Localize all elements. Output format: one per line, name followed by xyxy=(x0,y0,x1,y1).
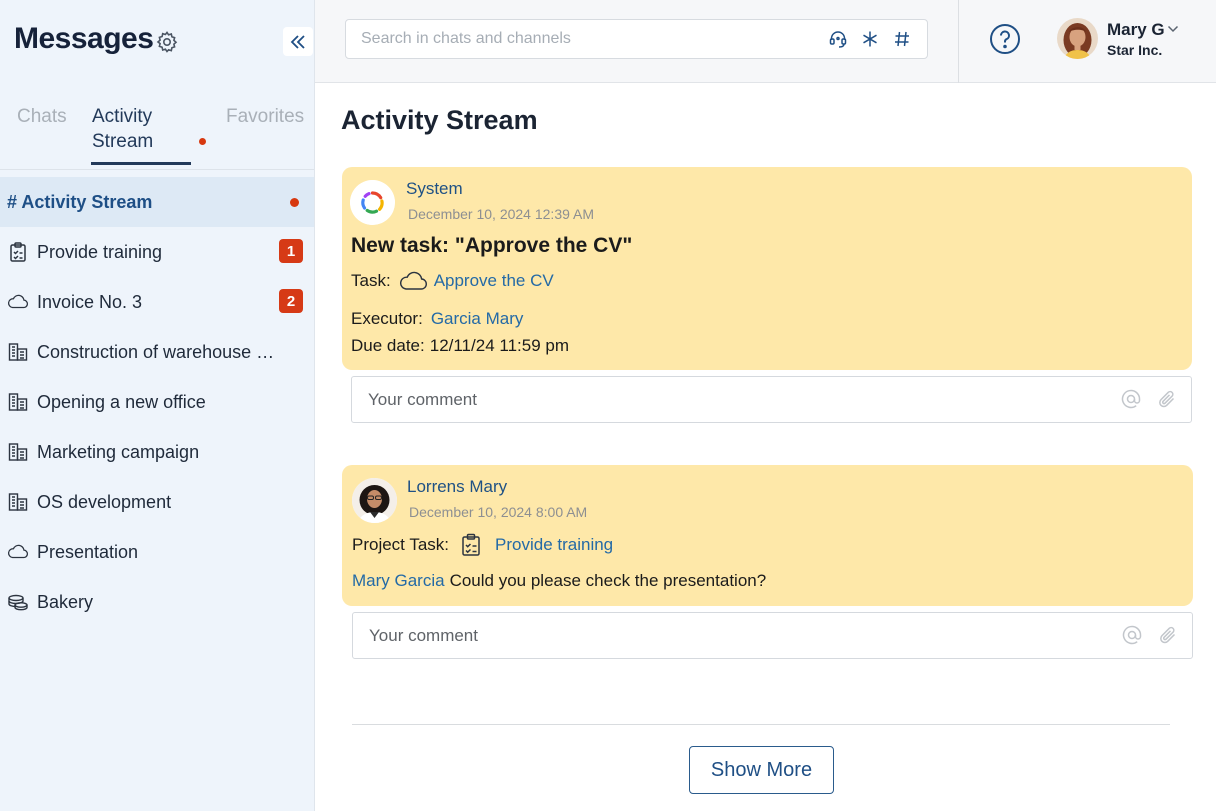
post-date: December 10, 2024 12:39 AM xyxy=(408,206,595,222)
mention-link[interactable]: Mary Garcia xyxy=(352,571,445,591)
comment-tools xyxy=(1122,625,1178,645)
double-chevron-left-icon xyxy=(290,34,305,49)
sidebar-item-os-development[interactable]: OS development xyxy=(0,477,314,527)
sidebar-item-bakery[interactable]: Bakery xyxy=(0,577,314,627)
comment-input[interactable] xyxy=(352,377,1052,422)
executor-link[interactable]: Garcia Mary xyxy=(431,309,524,329)
comment-tools xyxy=(1121,389,1177,409)
post-title: New task: "Approve the CV" xyxy=(351,234,633,257)
chevron-down-icon[interactable] xyxy=(1166,22,1180,36)
activity-post: Lorrens Mary December 10, 2024 8:00 AM P… xyxy=(342,465,1193,606)
activity-stream-panel: Activity Stream System December 10, 2024… xyxy=(315,83,1216,811)
due-date-row: Due date: 12/11/24 11:59 pm xyxy=(351,336,569,356)
chat-list: # Activity Stream Provide training 1 Inv… xyxy=(0,177,314,627)
sidebar-item-construction-of-warehouse[interactable]: Construction of warehouse N... xyxy=(0,327,314,377)
executor-row: Executor: Garcia Mary xyxy=(351,309,523,329)
project-task-link[interactable]: Provide training xyxy=(495,535,613,555)
active-tab-indicator xyxy=(91,162,191,165)
help-icon[interactable] xyxy=(989,23,1021,55)
collapse-sidebar-button[interactable] xyxy=(283,27,313,56)
post-message: Mary Garcia Could you please check the p… xyxy=(352,571,766,591)
hash-icon[interactable] xyxy=(891,28,913,50)
sidebar-item-provide-training[interactable]: Provide training 1 xyxy=(0,227,314,277)
coins-icon xyxy=(7,591,29,613)
gear-icon[interactable] xyxy=(155,30,179,54)
paperclip-icon[interactable] xyxy=(1157,389,1177,409)
comment-box xyxy=(351,376,1192,423)
post-author[interactable]: System xyxy=(406,179,463,199)
sidebar-item-opening-new-office[interactable]: Opening a new office xyxy=(0,377,314,427)
divider xyxy=(352,724,1170,725)
post-author[interactable]: Lorrens Mary xyxy=(407,477,507,497)
user-avatar[interactable] xyxy=(1057,18,1098,59)
sidebar-item-invoice-no-3[interactable]: Invoice No. 3 2 xyxy=(0,277,314,327)
user-avatar[interactable] xyxy=(352,478,397,523)
comment-input[interactable] xyxy=(353,613,1053,658)
tab-favorites[interactable]: Favorites xyxy=(226,104,304,129)
search-input[interactable] xyxy=(346,20,806,58)
sidebar-item-label: Presentation xyxy=(37,541,139,562)
cloud-icon xyxy=(7,291,29,313)
executor-label: Executor: xyxy=(351,309,423,328)
top-header: Mary G Star Inc. xyxy=(315,0,1216,83)
sidebar-item-label: Invoice No. 3 xyxy=(37,291,143,312)
task-label: Task: xyxy=(351,271,391,290)
paperclip-icon[interactable] xyxy=(1158,625,1178,645)
tab-activity-stream[interactable]: Activity Stream xyxy=(92,104,182,154)
sidebar-item-presentation[interactable]: Presentation xyxy=(0,527,314,577)
system-logo-icon xyxy=(350,180,395,225)
clipboard-task-icon xyxy=(462,533,480,556)
clipboard-task-icon xyxy=(7,241,29,263)
sidebar-item-label: Construction of warehouse N... xyxy=(37,341,277,362)
post-date: December 10, 2024 8:00 AM xyxy=(409,504,588,520)
sidebar-item-label: Marketing campaign xyxy=(37,441,200,462)
sidebar-item-label: OS development xyxy=(37,491,172,512)
user-name[interactable]: Mary G xyxy=(1107,20,1165,40)
building-icon xyxy=(7,491,29,513)
sidebar: Messages Chats Activity Stream Favorites… xyxy=(0,0,315,811)
search-box xyxy=(345,19,928,59)
task-link[interactable]: Approve the CV xyxy=(434,271,554,291)
sidebar-item-label: Opening a new office xyxy=(37,391,206,412)
user-company: Star Inc. xyxy=(1107,42,1163,58)
unread-count-badge: 1 xyxy=(279,239,303,263)
mention-icon[interactable] xyxy=(1122,625,1142,645)
message-text: Could you please check the presentation? xyxy=(449,571,767,590)
project-task-label: Project Task: xyxy=(352,535,450,554)
task-row: Task: Approve the CV xyxy=(351,270,554,292)
due-date-value: 12/11/24 11:59 pm xyxy=(429,336,569,355)
sidebar-item-label: Provide training xyxy=(37,241,163,262)
page-title: Messages xyxy=(14,22,154,55)
sidebar-item-activity-stream[interactable]: # Activity Stream xyxy=(0,177,314,227)
system-avatar xyxy=(350,180,395,225)
activity-post: System December 10, 2024 12:39 AM New ta… xyxy=(342,167,1192,370)
sidebar-item-label: Bakery xyxy=(37,591,94,612)
unread-dot xyxy=(290,198,299,207)
building-icon xyxy=(7,391,29,413)
unread-count-badge: 2 xyxy=(279,289,303,313)
sidebar-tabs: Chats Activity Stream Favorites xyxy=(0,104,314,170)
headset-icon[interactable] xyxy=(827,28,849,50)
due-date-label: Due date: xyxy=(351,336,425,355)
search-filter-icons xyxy=(827,28,913,50)
building-icon xyxy=(7,341,29,363)
asterisk-icon[interactable] xyxy=(859,28,881,50)
sidebar-item-label: # Activity Stream xyxy=(7,191,153,212)
cloud-icon xyxy=(7,541,29,563)
tab-chats[interactable]: Chats xyxy=(17,104,67,129)
mention-icon[interactable] xyxy=(1121,389,1141,409)
activity-stream-title: Activity Stream xyxy=(341,105,538,135)
unread-dot xyxy=(199,138,206,145)
comment-box xyxy=(352,612,1193,659)
header-divider xyxy=(958,0,959,83)
sidebar-item-marketing-campaign[interactable]: Marketing campaign xyxy=(0,427,314,477)
show-more-button[interactable]: Show More xyxy=(689,746,834,794)
project-task-row: Project Task: Provide training xyxy=(352,533,613,557)
cloud-icon xyxy=(399,271,427,290)
building-icon xyxy=(7,441,29,463)
